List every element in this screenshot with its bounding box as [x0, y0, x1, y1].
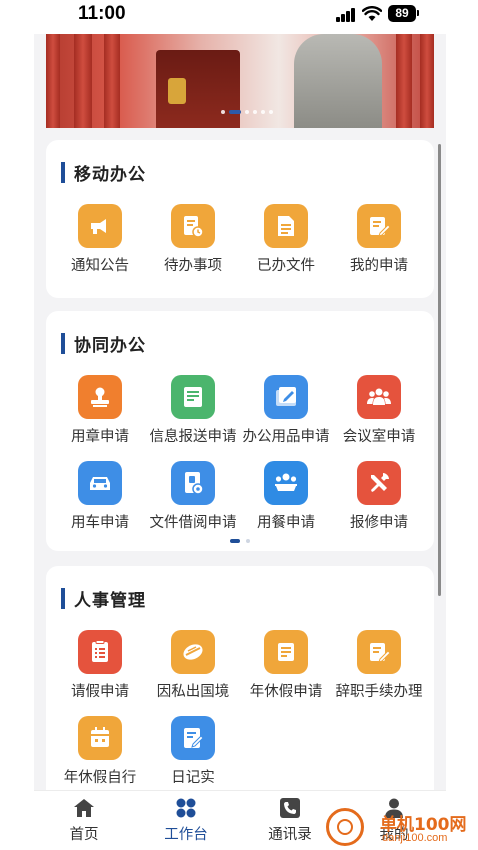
app-item-label: 待办事项	[164, 258, 222, 274]
section-title: 人事管理	[74, 591, 146, 611]
announcement-icon	[78, 204, 122, 248]
tab-label: 工作台	[164, 827, 208, 843]
file-borrow-icon	[171, 461, 215, 505]
signal-icon	[336, 8, 356, 22]
tab-workbench[interactable]: 工作台	[136, 791, 236, 850]
repair-icon	[357, 461, 401, 505]
banner-dot[interactable]	[245, 110, 249, 114]
app-item-label: 信息报送申请	[149, 429, 237, 445]
workbench-content[interactable]: 移动办公 通知公告 待办事项 已办文件 我的申请 协同办公 用章申请 信息报送申请 办公用…	[34, 34, 446, 790]
meeting-room-icon	[357, 375, 401, 419]
app-item-label: 办公用品申请	[242, 429, 330, 445]
scrollbar[interactable]	[438, 144, 441, 596]
banner-dot[interactable]	[261, 110, 265, 114]
wifi-icon	[362, 6, 382, 21]
banner-carousel[interactable]	[46, 34, 434, 128]
app-item-label: 文件借阅申请	[149, 515, 237, 531]
banner-pagination[interactable]	[221, 110, 277, 114]
app-item-label: 已办文件	[257, 258, 315, 274]
my-application-icon	[357, 204, 401, 248]
banner-dot[interactable]	[229, 110, 241, 114]
travel-abroad-icon	[171, 630, 215, 674]
tab-label: 首页	[69, 827, 99, 843]
app-item-label: 用车申请	[71, 515, 129, 531]
section-title: 移动办公	[74, 165, 146, 185]
status-bar: 11:00 89	[0, 0, 478, 34]
app-item-label: 年休假申请	[249, 684, 323, 700]
leave-request-icon	[78, 630, 122, 674]
tab-contacts[interactable]: 通讯录	[240, 791, 340, 850]
section-collaborative-office: 协同办公 用章申请 信息报送申请 办公用品申请 会议室申请用车申请 文件借阅申请 用餐申请…	[46, 311, 434, 551]
app-item-label: 我的申请	[350, 258, 408, 274]
car-icon	[78, 461, 122, 505]
section-mobile-office: 移动办公 通知公告 待办事项 已办文件 我的申请	[46, 140, 434, 298]
annual-leave-icon	[264, 630, 308, 674]
app-item-label: 因私出国境	[156, 684, 230, 700]
tab-label: 通讯录	[268, 827, 312, 843]
info-report-icon	[171, 375, 215, 419]
office-supplies-icon	[264, 375, 308, 419]
app-item-label: 用餐申请	[257, 515, 315, 531]
app-item-label: 请假申请	[71, 684, 129, 700]
app-item-label: 辞职手续办理	[335, 684, 423, 700]
pending-doc-icon	[171, 204, 215, 248]
done-file-icon	[264, 204, 308, 248]
battery-level: 89	[388, 5, 416, 22]
section-hr-management: 人事管理 请假申请 因私出国境 年休假申请 辞职手续办理年休假自行 日记实	[46, 566, 434, 790]
watermark-logo	[326, 808, 364, 846]
emblem-icon	[168, 78, 186, 104]
dining-icon	[264, 461, 308, 505]
section-pagination[interactable]	[230, 539, 256, 543]
banner-dot[interactable]	[269, 110, 273, 114]
resignation-icon	[357, 630, 401, 674]
stamp-icon	[78, 375, 122, 419]
banner-dot[interactable]	[253, 110, 257, 114]
banner-figure	[294, 34, 382, 128]
app-item-label: 年休假自行	[63, 770, 137, 786]
section-title: 协同办公	[74, 336, 146, 356]
status-time: 11:00	[78, 3, 126, 24]
banner-dot[interactable]	[221, 110, 225, 114]
workbench-icon	[176, 798, 196, 818]
home-icon	[74, 799, 94, 817]
watermark-url: danji100.com	[382, 832, 448, 844]
app-item-label: 通知公告	[71, 258, 129, 274]
annual-leave-self-icon	[78, 716, 122, 760]
app-item-label: 日记实	[171, 770, 215, 786]
diary-icon	[171, 716, 215, 760]
app-item-label: 会议室申请	[342, 429, 416, 445]
app-item-label: 报修申请	[350, 515, 408, 531]
battery-icon	[417, 10, 419, 16]
contacts-icon	[280, 798, 300, 818]
tab-home[interactable]: 首页	[34, 791, 134, 850]
app-item-label: 用章申请	[71, 429, 129, 445]
